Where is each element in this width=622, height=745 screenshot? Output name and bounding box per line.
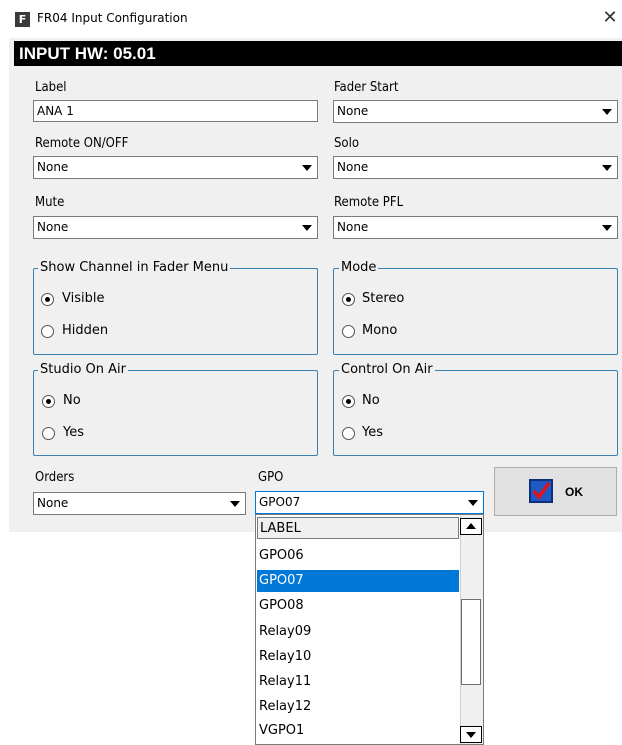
list-item-selected[interactable]: GPO07 xyxy=(257,570,459,592)
chevron-down-icon xyxy=(302,225,312,231)
control-yes-label: Yes xyxy=(362,425,383,440)
hidden-radio[interactable] xyxy=(41,325,54,338)
gpo-value: GPO07 xyxy=(259,495,301,509)
label-caption: Label xyxy=(35,80,67,95)
chevron-down-icon xyxy=(466,732,476,738)
show-channel-title: Show Channel in Fader Menu xyxy=(38,260,231,275)
orders-caption: Orders xyxy=(35,470,75,485)
scroll-down-button[interactable] xyxy=(460,726,482,743)
control-on-air-group xyxy=(333,370,618,456)
mode-group xyxy=(333,268,618,355)
list-item[interactable]: VGPO1 xyxy=(257,720,459,742)
mono-label: Mono xyxy=(362,323,398,338)
mute-select[interactable]: None xyxy=(33,216,318,239)
chevron-down-icon xyxy=(302,165,312,171)
chevron-down-icon xyxy=(602,225,612,231)
solo-caption: Solo xyxy=(334,136,359,151)
chevron-up-icon xyxy=(466,523,476,529)
list-item[interactable]: LABEL xyxy=(257,517,459,539)
remote-pfl-value: None xyxy=(337,220,369,234)
visible-radio[interactable] xyxy=(41,293,54,306)
remote-pfl-select[interactable]: None xyxy=(333,216,618,239)
list-item[interactable]: Relay10 xyxy=(257,646,459,668)
fader-start-value: None xyxy=(337,104,369,118)
list-item[interactable]: GPO06 xyxy=(257,545,459,567)
studio-on-air-title: Studio On Air xyxy=(38,362,128,377)
control-yes-radio[interactable] xyxy=(342,427,355,440)
orders-value: None xyxy=(37,496,69,510)
control-on-air-title: Control On Air xyxy=(339,362,435,377)
remote-onoff-select[interactable]: None xyxy=(33,156,318,179)
remote-onoff-caption: Remote ON/OFF xyxy=(35,136,129,151)
chevron-down-icon xyxy=(468,500,478,506)
input-header: INPUT HW: 05.01 xyxy=(14,41,622,66)
fader-start-caption: Fader Start xyxy=(334,80,399,95)
app-icon: F xyxy=(15,12,30,27)
solo-value: None xyxy=(337,160,369,174)
list-item[interactable]: GPO08 xyxy=(257,595,459,617)
mode-title: Mode xyxy=(339,260,379,275)
remote-pfl-caption: Remote PFL xyxy=(334,195,404,210)
studio-no-radio[interactable] xyxy=(42,395,55,408)
ok-label: OK xyxy=(565,485,583,499)
chevron-down-icon xyxy=(602,109,612,115)
close-icon[interactable]: ✕ xyxy=(600,7,620,29)
stereo-radio[interactable] xyxy=(342,293,355,306)
list-item[interactable]: Relay11 xyxy=(257,671,459,693)
control-no-label: No xyxy=(362,393,380,408)
list-item[interactable]: Relay12 xyxy=(257,696,459,718)
stereo-label: Stereo xyxy=(362,291,405,306)
scrollbar-thumb[interactable] xyxy=(461,599,481,685)
gpo-caption: GPO xyxy=(258,470,284,485)
mute-value: None xyxy=(37,220,69,234)
studio-yes-radio[interactable] xyxy=(42,427,55,440)
window-title: FR04 Input Configuration xyxy=(37,11,188,25)
visible-label: Visible xyxy=(62,291,105,306)
label-input[interactable]: ANA 1 xyxy=(33,100,318,122)
scroll-up-button[interactable] xyxy=(460,518,482,535)
mono-radio[interactable] xyxy=(342,325,355,338)
gpo-select[interactable]: GPO07 xyxy=(255,491,484,514)
chevron-down-icon xyxy=(230,501,240,507)
remote-onoff-value: None xyxy=(37,160,69,174)
mute-caption: Mute xyxy=(35,195,65,210)
list-item[interactable]: Relay09 xyxy=(257,621,459,643)
control-no-radio[interactable] xyxy=(342,395,355,408)
orders-select[interactable]: None xyxy=(33,492,246,515)
show-channel-group xyxy=(33,268,318,355)
fader-start-select[interactable]: None xyxy=(333,100,618,123)
studio-yes-label: Yes xyxy=(63,425,84,440)
studio-on-air-group xyxy=(33,370,318,456)
hidden-label: Hidden xyxy=(62,323,109,338)
checkmark-icon xyxy=(529,479,553,503)
chevron-down-icon xyxy=(602,165,612,171)
solo-select[interactable]: None xyxy=(333,156,618,179)
studio-no-label: No xyxy=(63,393,81,408)
ok-button[interactable] xyxy=(494,467,617,516)
